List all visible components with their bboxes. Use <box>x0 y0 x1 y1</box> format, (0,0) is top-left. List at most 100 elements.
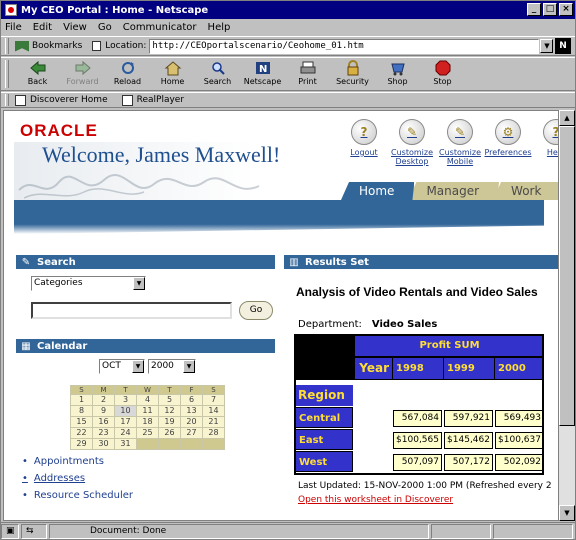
calendar-day[interactable]: 11 <box>136 405 159 417</box>
pencil-icon: ✎ <box>447 119 473 145</box>
search-button[interactable]: Search <box>195 60 240 86</box>
menu-view[interactable]: View <box>63 22 87 33</box>
shop-button[interactable]: Shop <box>375 60 420 86</box>
calendar-day[interactable]: 3 <box>114 394 137 406</box>
calendar-day[interactable]: 1 <box>70 394 93 406</box>
menu-edit[interactable]: Edit <box>33 22 52 33</box>
calendar-day[interactable]: 25 <box>136 427 159 439</box>
calendar-day[interactable]: 19 <box>158 416 181 428</box>
security-status-icon[interactable]: ▣ <box>1 523 19 539</box>
personal-link-realplayer[interactable]: RealPlayer <box>121 94 184 106</box>
tab-work[interactable]: Work <box>493 182 559 200</box>
calendar-day[interactable]: 9 <box>92 405 115 417</box>
calendar-day[interactable]: 16 <box>92 416 115 428</box>
addresses-link[interactable]: Addresses <box>22 473 133 484</box>
calendar-day[interactable]: 14 <box>202 405 225 417</box>
netscape-icon: N <box>254 60 272 76</box>
close-button[interactable]: × <box>559 3 573 16</box>
calendar-day[interactable]: 17 <box>114 416 137 428</box>
minimize-button[interactable]: _ <box>527 3 541 16</box>
stop-button[interactable]: Stop <box>420 60 465 86</box>
customize-mobile-link[interactable]: ✎ Customize Mobile <box>436 119 484 166</box>
calendar-day[interactable]: 2 <box>92 394 115 406</box>
last-updated-text: Last Updated: 15-NOV-2000 1:00 PM (Refre… <box>298 481 552 491</box>
calendar-day[interactable]: 12 <box>158 405 181 417</box>
menu-communicator[interactable]: Communicator <box>123 22 197 33</box>
location-toolbar: Bookmarks Location: http://CEOportalscen… <box>1 36 575 56</box>
calendar-day[interactable]: 10 <box>114 405 137 417</box>
window-title: My CEO Portal : Home - Netscape <box>21 4 209 16</box>
calendar-day[interactable]: 7 <box>202 394 225 406</box>
month-select[interactable]: OCT ▼ <box>99 359 145 374</box>
maximize-button[interactable]: □ <box>543 3 557 16</box>
search-input[interactable] <box>31 302 232 319</box>
online-status-icon[interactable]: ⇆ <box>21 523 47 539</box>
calendar-day[interactable]: 4 <box>136 394 159 406</box>
calendar-day[interactable]: 27 <box>180 427 203 439</box>
calendar-day[interactable]: 5 <box>158 394 181 406</box>
nav-button-label: Forward <box>66 77 99 86</box>
component-bar[interactable] <box>493 523 573 539</box>
calendar-day[interactable]: 23 <box>92 427 115 439</box>
scroll-up-button[interactable]: ▲ <box>559 110 575 126</box>
personal-link-discoverer-home[interactable]: Discoverer Home <box>15 94 108 106</box>
url-field[interactable]: http://CEOportalscenario/Ceohome_01.htm <box>149 38 540 54</box>
toolbar-grip[interactable] <box>5 60 9 88</box>
calendar-week: 8 9 10 11 12 13 14 <box>70 405 225 417</box>
calendar-day[interactable]: 30 <box>92 438 115 450</box>
category-select[interactable]: Categories ▼ <box>31 276 146 291</box>
security-button[interactable]: Security <box>330 60 375 86</box>
bookmark-icon[interactable] <box>15 40 29 52</box>
calendar-day[interactable]: 31 <box>114 438 137 450</box>
calendar-day[interactable]: 6 <box>180 394 203 406</box>
calendar-day[interactable]: 15 <box>70 416 93 428</box>
bookmarks-button[interactable]: Bookmarks <box>32 41 82 51</box>
page-proxy-icon[interactable] <box>92 41 102 51</box>
appointments-link[interactable]: Appointments <box>22 456 133 467</box>
reload-button[interactable]: Reload <box>105 60 150 86</box>
value-cell: 569,493 <box>495 410 544 427</box>
tab-manager[interactable]: Manager <box>408 182 499 200</box>
home-button[interactable]: Home <box>150 60 195 86</box>
open-in-discoverer-link[interactable]: Open this worksheet in Discoverer <box>298 495 453 505</box>
calendar-day[interactable]: 22 <box>70 427 93 439</box>
forward-button[interactable]: Forward <box>60 60 105 86</box>
year-select[interactable]: 2000 ▼ <box>148 359 196 374</box>
calendar-day[interactable]: 26 <box>158 427 181 439</box>
calendar-day[interactable]: 29 <box>70 438 93 450</box>
print-button[interactable]: Print <box>285 60 330 86</box>
calendar-day[interactable]: 13 <box>180 405 203 417</box>
back-button[interactable]: Back <box>15 60 60 86</box>
go-button[interactable]: Go <box>239 301 273 320</box>
calendar-day[interactable]: 21 <box>202 416 225 428</box>
menu-go[interactable]: Go <box>98 22 112 33</box>
menu-file[interactable]: File <box>5 22 22 33</box>
toolbar-grip[interactable] <box>5 38 9 54</box>
vertical-scrollbar[interactable]: ▲ ▼ <box>559 110 575 521</box>
value-cell: 507,097 <box>393 454 442 471</box>
help-icon: ? <box>543 119 558 145</box>
menu-help[interactable]: Help <box>208 22 231 33</box>
toolbar-grip[interactable] <box>5 94 9 106</box>
url-dropdown-button[interactable]: ▼ <box>540 39 554 53</box>
nav-button-label: Shop <box>387 77 408 86</box>
calendar-day[interactable]: 24 <box>114 427 137 439</box>
scroll-down-button[interactable]: ▼ <box>559 505 575 521</box>
help-link[interactable]: ? Help <box>532 119 558 166</box>
calendar-empty-cell <box>158 438 181 450</box>
tab-home[interactable]: Home <box>341 182 414 200</box>
calendar-day[interactable]: 28 <box>202 427 225 439</box>
customize-desktop-link[interactable]: ✎ Customize Desktop <box>388 119 436 166</box>
scroll-thumb[interactable] <box>559 126 575 426</box>
netscape-throbber-icon[interactable]: N <box>555 38 571 54</box>
year-1999-header: 1999 <box>444 358 494 379</box>
back-arrow-icon <box>29 60 47 76</box>
calendar-day[interactable]: 20 <box>180 416 203 428</box>
netscape-button[interactable]: N Netscape <box>240 60 285 86</box>
chevron-down-icon: ▼ <box>183 360 195 373</box>
preferences-link[interactable]: ⚙ Preferences <box>484 119 532 166</box>
calendar-day[interactable]: 8 <box>70 405 93 417</box>
calendar-day[interactable]: 18 <box>136 416 159 428</box>
logout-link[interactable]: ? Logout <box>340 119 388 166</box>
resource-scheduler-link[interactable]: Resource Scheduler <box>22 490 133 501</box>
